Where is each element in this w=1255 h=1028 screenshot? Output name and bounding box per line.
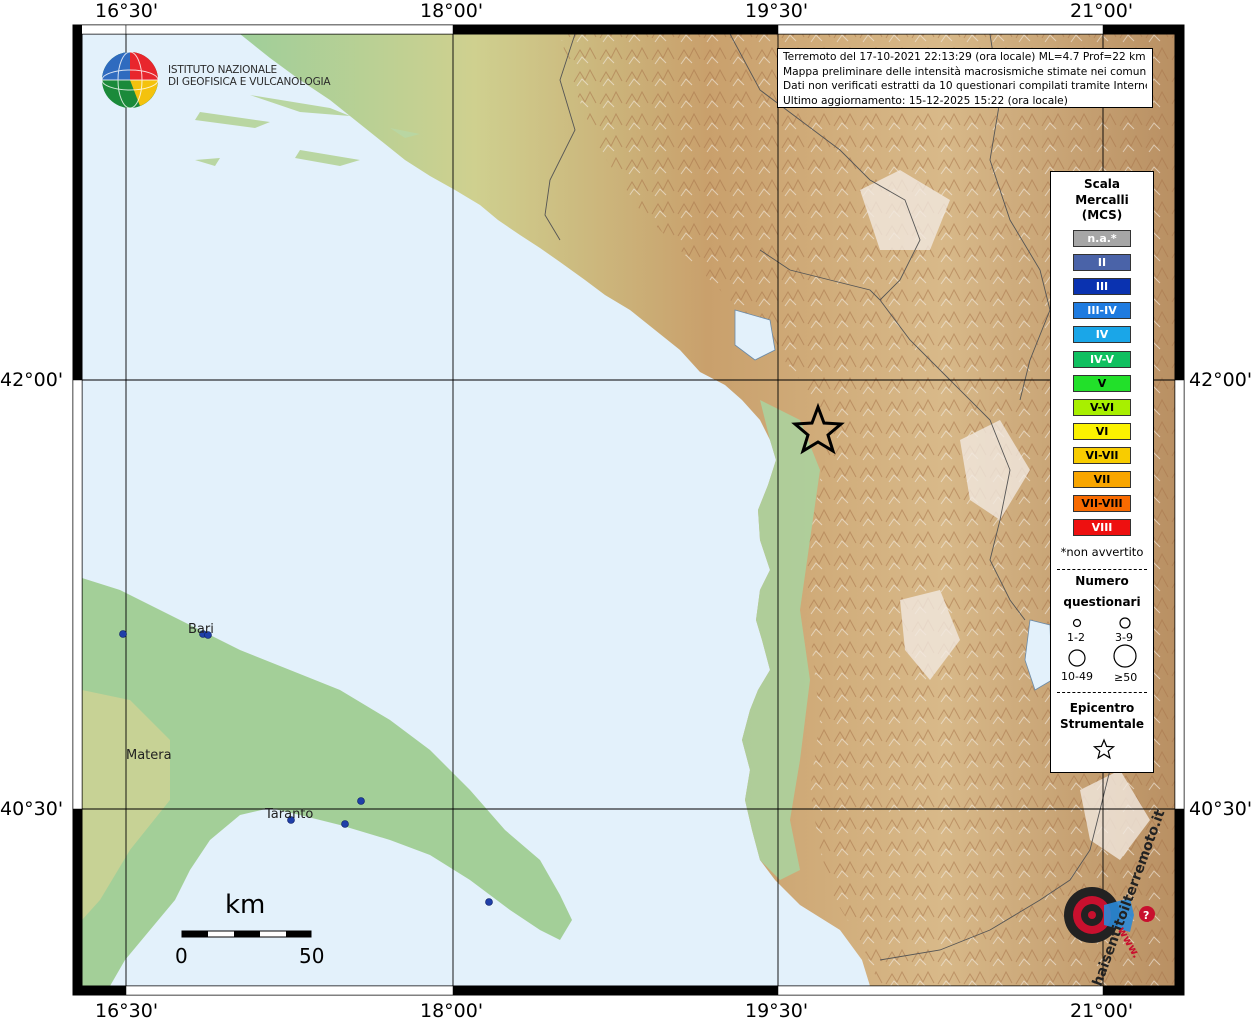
station-point[interactable]: [119, 630, 127, 638]
event-info-box: Terremoto del 17-10-2021 22:13:29 (ora l…: [777, 48, 1153, 108]
info-line1: Terremoto del 17-10-2021 22:13:29 (ora l…: [783, 51, 1146, 63]
size-label-1: 1-2: [1067, 631, 1085, 644]
city-label-matera: Matera: [126, 748, 172, 763]
tick-top-2: 18°00': [420, 0, 484, 22]
intensity-swatch: V: [1073, 374, 1131, 392]
tick-right-2: 40°30': [1189, 798, 1253, 820]
tick-top-1: 16°30': [95, 0, 159, 22]
info-line2: Mappa preliminare delle intensità macros…: [783, 65, 1147, 78]
size-label-2: 3-9: [1115, 631, 1133, 644]
station-point[interactable]: [341, 820, 349, 828]
intensity-swatch: II: [1073, 254, 1131, 272]
intensity-swatch: VII: [1073, 471, 1131, 488]
size-symbol-3: [1068, 649, 1086, 667]
intensity-swatch: IV: [1073, 326, 1131, 344]
tick-bottom-4: 21°00': [1070, 1000, 1134, 1022]
station-point[interactable]: [357, 797, 365, 805]
scale-bar: [181, 930, 312, 938]
city-label-taranto: Taranto: [265, 807, 314, 822]
map-figure: ? 16°30' 18°00' 19°30' 21°00' 16°30' 18°…: [0, 0, 1255, 1024]
station-point[interactable]: [485, 898, 493, 906]
intensity-swatch: IV-V: [1073, 350, 1131, 368]
ingv-logo-text: ISTITUTO NAZIONALE DI GEOFISICA E VULCAN…: [168, 64, 331, 88]
legend-title-line2: Mercalli: [1075, 192, 1129, 207]
city-label-bari: Bari: [188, 622, 214, 637]
epicentro-title-1: Epicentro: [1069, 701, 1135, 715]
tick-bottom-2: 18°00': [420, 1000, 484, 1022]
intensity-swatch: VIII: [1073, 519, 1131, 537]
legend-footnote: *non avvertito: [1060, 545, 1144, 559]
tick-left-2: 40°30': [0, 798, 64, 820]
tick-bottom-1: 16°30': [95, 1000, 159, 1022]
ingv-globe-icon: [101, 51, 159, 109]
size-label-4: ≥50: [1114, 671, 1138, 684]
epicentro-star-icon: [1093, 738, 1115, 760]
tick-top-4: 21°00': [1070, 0, 1134, 22]
tick-top-3: 19°30': [745, 0, 809, 22]
epicentro-title-2: Strumentale: [1059, 717, 1145, 731]
map-area: [82, 34, 1175, 986]
intensity-swatch: VI: [1073, 422, 1131, 440]
info-line4: Ultimo aggiornamento: 15-12-2025 15:22 (…: [783, 94, 1068, 107]
scale-max-label: 50: [299, 944, 325, 968]
intensity-swatch: n.a.*: [1073, 230, 1131, 247]
legend-title-line1: Scala: [1083, 177, 1121, 191]
size-symbol-2: [1119, 617, 1131, 629]
legend-title-line3: (MCS): [1081, 208, 1123, 222]
size-label-3: 10-49: [1061, 670, 1093, 683]
legend-panel: Scala Mercalli (MCS) n.a.* II III III-IV IV I…: [1050, 171, 1154, 773]
intensity-swatch: III: [1073, 278, 1131, 296]
legend-divider-2: [1057, 692, 1147, 693]
intensity-swatch: III-IV: [1073, 302, 1131, 320]
intensity-swatch: V-VI: [1073, 398, 1131, 416]
questionari-title-1: Numero: [1075, 574, 1129, 588]
intensity-swatch: VI-VII: [1073, 446, 1131, 464]
tick-left-1: 42°00': [0, 369, 64, 391]
tick-right-1: 42°00': [1189, 369, 1253, 391]
legend-title: Scala Mercalli (MCS): [1051, 177, 1153, 224]
questionari-title-2: questionari: [1063, 595, 1141, 609]
scale-title: km: [225, 890, 266, 920]
tick-bottom-3: 19°30': [745, 1000, 809, 1022]
hsit-logo-text: haisentitoilterremoto.it www.: [1042, 808, 1169, 988]
info-line3: Dati non verificati estratti da 10 quest…: [783, 80, 1147, 93]
ingv-line2: DI GEOFISICA E VULCANOLOGIA: [168, 76, 331, 88]
size-symbol-1: [1072, 618, 1082, 628]
ingv-line1: ISTITUTO NAZIONALE: [168, 64, 277, 76]
legend-divider-1: [1057, 569, 1147, 570]
scale-min-label: 0: [175, 944, 188, 968]
intensity-swatch: VII-VIII: [1073, 495, 1131, 513]
size-symbol-4: [1113, 644, 1137, 668]
